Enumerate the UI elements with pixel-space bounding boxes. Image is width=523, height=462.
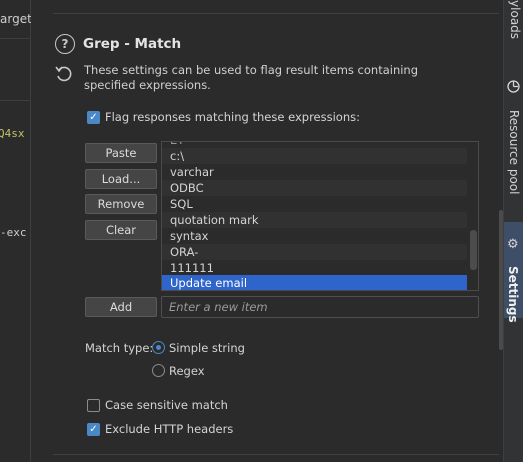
list-item[interactable]: ODBC <box>162 180 467 196</box>
simple-string-radio[interactable] <box>152 341 165 354</box>
tab-resource-pool-label: Resource pool <box>507 110 521 195</box>
regex-radio[interactable] <box>152 364 165 377</box>
list-item[interactable]: quotation mark <box>162 212 467 228</box>
resource-pool-icon <box>507 80 520 93</box>
list-scrollbar-thumb[interactable] <box>470 230 477 270</box>
match-type-label: Match type: <box>85 341 154 355</box>
list-item[interactable]: ÉÝ <box>162 142 467 148</box>
section-title: Grep - Match <box>83 36 182 52</box>
left-tab-label[interactable]: arget <box>0 12 32 26</box>
flag-responses-label: Flag responses matching these expression… <box>105 110 360 124</box>
code-line: Q4sx <box>0 127 25 140</box>
paste-button[interactable]: Paste <box>85 143 157 163</box>
case-sensitive-label: Case sensitive match <box>105 398 228 412</box>
section-description: These settings can be used to flag resul… <box>84 63 419 92</box>
clear-button[interactable]: Clear <box>85 220 157 240</box>
expressions-list[interactable]: ÉÝ c:\ varchar ODBC SQL quotation mark s… <box>161 141 479 291</box>
help-icon[interactable]: ? <box>55 34 75 54</box>
divider <box>0 100 30 101</box>
list-item[interactable]: varchar <box>162 164 467 180</box>
list-item[interactable]: SQL <box>162 196 467 212</box>
load-button[interactable]: Load... <box>85 169 157 189</box>
restore-defaults-icon[interactable] <box>54 64 74 84</box>
flag-responses-checkbox[interactable]: ✓ <box>87 111 100 124</box>
simple-string-label: Simple string <box>169 341 245 355</box>
case-sensitive-checkbox[interactable] <box>87 399 100 412</box>
section-divider <box>53 454 499 455</box>
new-item-placeholder: Enter a new item <box>169 300 268 314</box>
code-line: -exc <box>0 226 27 239</box>
tab-payloads[interactable]: Payloads <box>504 0 523 60</box>
tab-settings[interactable]: ⚙ Settings <box>504 222 523 323</box>
divider <box>0 38 30 39</box>
section-divider <box>53 13 499 14</box>
remove-button[interactable]: Remove <box>85 194 157 214</box>
new-item-input[interactable]: Enter a new item <box>161 296 479 318</box>
gear-icon: ⚙ <box>507 237 519 252</box>
exclude-headers-checkbox[interactable]: ✓ <box>87 423 100 436</box>
list-item[interactable]: c:\ <box>162 148 467 164</box>
list-item-selected[interactable]: Update email <box>162 275 467 290</box>
list-item[interactable]: syntax <box>162 228 467 244</box>
exclude-headers-label: Exclude HTTP headers <box>105 422 234 436</box>
add-button[interactable]: Add <box>85 297 157 317</box>
list-item[interactable]: 111111 <box>162 260 467 276</box>
tab-resource-pool[interactable]: Resource pool <box>504 78 523 194</box>
tab-settings-label: Settings <box>506 266 520 323</box>
regex-label: Regex <box>169 364 205 378</box>
left-panel: arget Q4sx -exc <box>0 0 32 462</box>
tab-payloads-label: Payloads <box>508 0 522 40</box>
settings-panel: ? Grep - Match These settings can be use… <box>31 0 499 462</box>
list-item[interactable]: ORA- <box>162 244 467 260</box>
